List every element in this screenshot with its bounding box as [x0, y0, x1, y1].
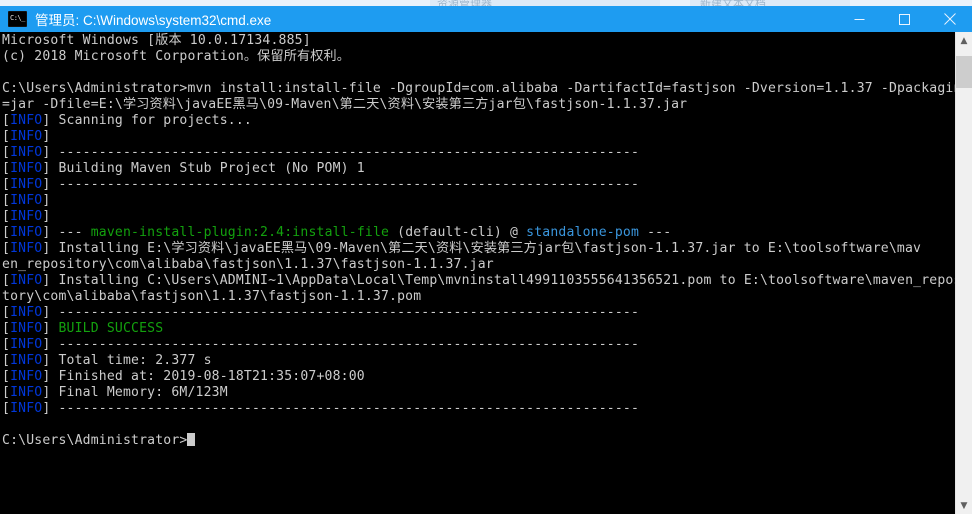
text-cursor: [187, 433, 196, 446]
console-line-header-version: Microsoft Windows [版本 10.0.17134.885]: [2, 33, 311, 48]
console-line-blank-1: [2, 65, 970, 81]
console-line-blank-2: [2, 417, 970, 433]
console-line-prompt-line: C:\Users\Administrator>: [2, 433, 970, 449]
close-button[interactable]: [927, 6, 972, 32]
screen: 资源管理器 新建文本文档 管理员: C:\Windows\system32\cm…: [0, 0, 972, 514]
console-line-info-blank-3: [INFO]: [2, 209, 59, 224]
console-line-info-finished-at: [INFO] Finished at: 2019-08-18T21:35:07+…: [2, 369, 365, 384]
console-line-info-rule-3: [INFO] ---------------------------------…: [2, 305, 640, 320]
window-title: 管理员: C:\Windows\system32\cmd.exe: [35, 13, 272, 28]
console-line-info-total-time: [INFO] Total time: 2.377 s: [2, 353, 212, 368]
console-line-info-rule-4: [INFO] ---------------------------------…: [2, 337, 640, 352]
console-line-info-building: [INFO] Building Maven Stub Project (No P…: [2, 161, 365, 176]
scroll-up-arrow-icon[interactable]: ▲: [956, 32, 972, 49]
window-titlebar[interactable]: 管理员: C:\Windows\system32\cmd.exe: [0, 6, 972, 32]
minimize-button[interactable]: [837, 6, 882, 32]
maximize-button[interactable]: [882, 6, 927, 32]
console-line-info-rule-1: [INFO] ---------------------------------…: [2, 145, 640, 160]
console-line-info-final-memory: [INFO] Final Memory: 6M/123M: [2, 385, 228, 400]
console-line-info-build-success: [INFO] BUILD SUCCESS: [2, 321, 164, 336]
console-output-area[interactable]: Microsoft Windows [版本 10.0.17134.885] (c)…: [0, 32, 972, 514]
scrollbar-thumb[interactable]: [956, 56, 972, 88]
console-line-command-line-part1: C:\Users\Administrator>mvn install:insta…: [2, 81, 970, 96]
console-line-info-installing-jar-part1: [INFO] Installing E:\学习资料\javaEE黑马\09-Ma…: [2, 241, 922, 256]
console-line-command-line-part2: =jar -Dfile=E:\学习资料\javaEE黑马\09-Maven\第二…: [2, 97, 688, 112]
console-line-info-plugin-goal: [INFO] --- maven-install-plugin:2.4:inst…: [2, 225, 672, 240]
console-line-header-copyright: (c) 2018 Microsoft Corporation。保留所有权利。: [2, 49, 351, 64]
console-scrollbar[interactable]: ▲ ▼: [955, 32, 972, 514]
console-line-info-installing-pom-part1: [INFO] Installing C:\Users\ADMINI~1\AppD…: [2, 273, 970, 288]
console-line-info-installing-jar-part2: en_repository\com\alibaba\fastjson\1.1.3…: [2, 257, 494, 272]
command-prompt-window: 管理员: C:\Windows\system32\cmd.exe: [0, 6, 972, 514]
console-line-info-blank-2: [INFO]: [2, 193, 59, 208]
scroll-down-arrow-icon[interactable]: ▼: [956, 497, 972, 514]
console-line-info-rule-2: [INFO] ---------------------------------…: [2, 177, 640, 192]
window-controls: [837, 6, 972, 32]
console-line-info-blank-1: [INFO]: [2, 129, 59, 144]
console-text: Microsoft Windows [版本 10.0.17134.885] (c)…: [0, 32, 970, 449]
console-line-info-rule-5: [INFO] ---------------------------------…: [2, 401, 640, 416]
cmd-console-icon: [8, 11, 27, 27]
console-line-info-installing-pom-part2: tory\com\alibaba\fastjson\1.1.37\fastjso…: [2, 289, 422, 304]
console-line-info-scanning: [INFO] Scanning for projects...: [2, 113, 252, 128]
